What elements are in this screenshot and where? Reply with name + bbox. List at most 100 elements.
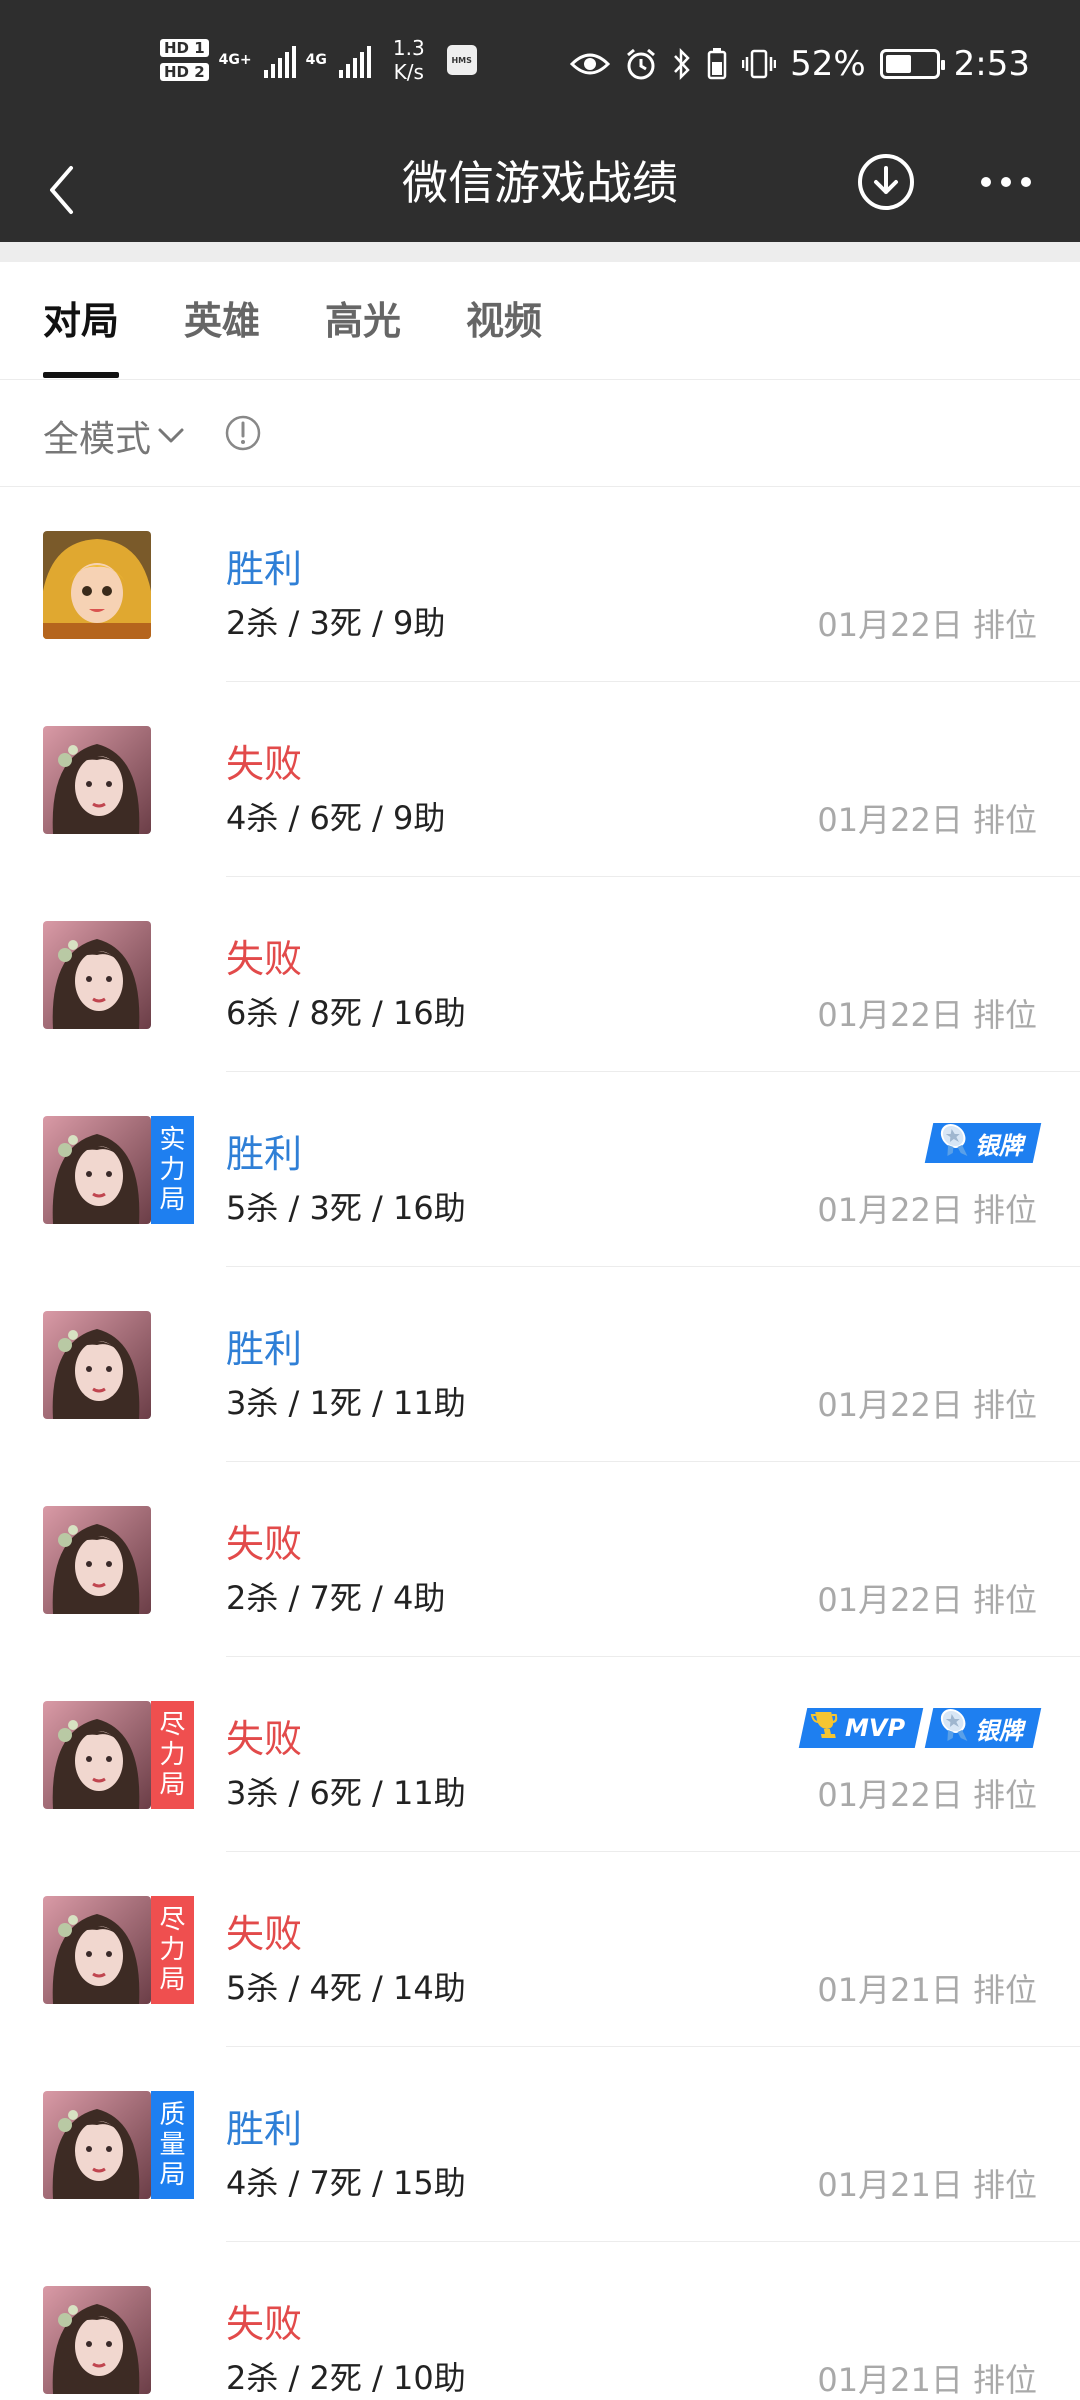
download-button[interactable] [854,150,918,214]
row-divider [226,681,1080,682]
sim1-label: HD 1 [160,39,209,57]
match-kda: 5杀 / 4死 / 14助 [226,1969,466,2007]
match-row[interactable]: 尽力局失败 3杀 / 6死 / 11助 01月22日 排位 MVP 银牌 [0,1658,1080,1852]
network-type-2: 4G [305,52,327,68]
match-row[interactable]: 失败 6杀 / 8死 / 16助 01月22日 排位 [0,878,1080,1072]
hero-avatar [43,1701,151,1809]
match-result: 胜利 [226,1327,303,1371]
eye-icon [570,50,611,78]
tab-heroes[interactable]: 英雄 [184,290,260,345]
tab-videos[interactable]: 视频 [466,290,542,345]
hero-avatar [43,1116,151,1224]
sim2-label: HD 2 [160,63,209,81]
row-divider [226,1656,1080,1657]
match-result: 失败 [226,1912,303,1956]
speed-value: 1.3 [392,36,425,60]
row-divider [226,1071,1080,1072]
battery-icon [879,49,945,79]
battery-percent: 52% [790,44,866,84]
match-date-mode: 01月22日 排位 [817,1191,1037,1229]
match-result: 失败 [226,1717,303,1761]
silver-medal-badge: 银牌 [924,1123,1042,1163]
match-row[interactable]: 失败 2杀 / 7死 / 4助 01月22日 排位 [0,1463,1080,1657]
status-bar: HD 1 HD 2 4G+ 4G 1.3 K/s HMS 52% 2:53 [0,0,1080,138]
mvp-badge: MVP [798,1708,924,1748]
match-badges: MVP 银牌 [798,1708,1042,1748]
match-kda: 3杀 / 1死 / 11助 [226,1384,466,1422]
hero-avatar [43,1896,151,2004]
match-quality-tag: 尽力局 [151,1701,194,1809]
tab-highlights[interactable]: 高光 [325,290,401,345]
row-divider [226,876,1080,877]
match-row[interactable]: 质量局胜利 4杀 / 7死 / 15助 01月21日 排位 [0,2048,1080,2242]
match-row[interactable]: 胜利 2杀 / 3死 / 9助 01月22日 排位 [0,488,1080,682]
match-result: 失败 [226,742,303,786]
badge-label: 银牌 [975,1131,1023,1160]
speed-unit: K/s [393,60,424,84]
match-kda: 4杀 / 6死 / 9助 [226,799,446,837]
bluetooth-icon [672,47,692,81]
match-row[interactable]: 失败 2杀 / 2死 / 10助 01月21日 排位 [0,2243,1080,2400]
match-kda: 6杀 / 8死 / 16助 [226,994,466,1032]
badge-label: 银牌 [975,1716,1023,1745]
match-date-mode: 01月22日 排位 [817,606,1037,644]
trophy-icon [810,1710,839,1746]
match-row[interactable]: 实力局胜利 5杀 / 3死 / 16助 01月22日 排位 银牌 [0,1073,1080,1267]
hero-avatar [43,531,151,639]
tab-bar: 对局 英雄 高光 视频 [0,262,1080,380]
battery-saver-icon [706,47,728,81]
match-quality-tag: 尽力局 [151,1896,194,2004]
hero-avatar [43,2286,151,2394]
match-result: 失败 [226,1522,303,1566]
hero-avatar [43,1311,151,1419]
match-badges: 银牌 [924,1123,1042,1163]
clock: 2:53 [953,44,1030,84]
silver-medal-badge: 银牌 [924,1708,1042,1748]
network-type-1: 4G+ [218,52,252,68]
hms-icon: HMS [446,45,477,75]
status-left: HD 1 HD 2 4G+ 4G 1.3 K/s HMS [160,36,477,84]
hero-avatar [43,726,151,834]
match-date-mode: 01月22日 排位 [817,1581,1037,1619]
mode-label: 全模式 [43,419,152,460]
row-divider [226,1461,1080,1462]
match-date-mode: 01月22日 排位 [817,1776,1037,1814]
match-row[interactable]: 失败 4杀 / 6死 / 9助 01月22日 排位 [0,683,1080,877]
signal-icon [263,42,296,78]
back-button[interactable] [30,158,94,222]
match-kda: 2杀 / 2死 / 10助 [226,2359,466,2397]
match-date-mode: 01月22日 排位 [817,996,1037,1034]
sim-indicators: HD 1 HD 2 [160,39,209,81]
title-bar: 微信游戏战绩 [0,138,1080,242]
match-result: 失败 [226,2302,303,2346]
match-date-mode: 01月21日 排位 [817,2166,1037,2204]
match-date-mode: 01月22日 排位 [817,1386,1037,1424]
chevron-down-icon [158,428,184,443]
match-date-mode: 01月21日 排位 [817,1971,1037,2009]
match-row[interactable]: 胜利 3杀 / 1死 / 11助 01月22日 排位 [0,1268,1080,1462]
match-date-mode: 01月21日 排位 [817,2361,1037,2399]
header-separator [0,242,1080,262]
vibrate-icon [742,47,777,81]
match-kda: 4杀 / 7死 / 15助 [226,2164,466,2202]
match-kda: 2杀 / 7死 / 4助 [226,1579,446,1617]
filter-bar: 全模式 [0,380,1080,487]
mode-dropdown[interactable]: 全模式 [43,410,185,462]
match-kda: 2杀 / 3死 / 9助 [226,604,446,642]
hero-avatar [43,921,151,1029]
battery-fill [885,55,911,73]
status-right: 52% 2:53 [570,44,1030,84]
match-result: 失败 [226,937,303,981]
match-date-mode: 01月22日 排位 [817,801,1037,839]
info-button[interactable] [224,414,262,452]
signal-icon [338,42,371,78]
match-result: 胜利 [226,547,303,591]
row-divider [226,2241,1080,2242]
match-quality-tag: 实力局 [151,1116,194,1224]
tab-matches[interactable]: 对局 [43,290,119,345]
more-button[interactable] [970,150,1042,214]
silver-medal-icon [939,1708,969,1748]
match-quality-tag: 质量局 [151,2091,194,2199]
badge-label: MVP [844,1714,905,1742]
match-row[interactable]: 尽力局失败 5杀 / 4死 / 14助 01月21日 排位 [0,1853,1080,2047]
